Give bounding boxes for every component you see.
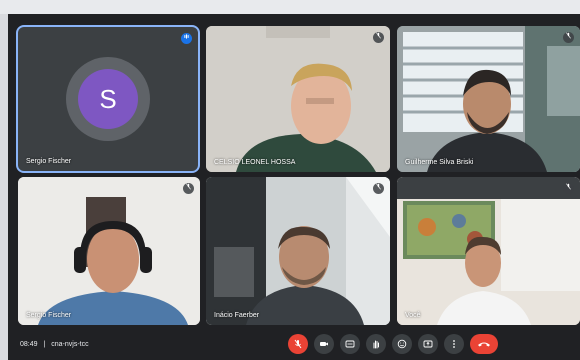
participant-name: Você	[405, 312, 421, 319]
captions-icon	[345, 340, 355, 348]
participant-tile-4[interactable]: Sergio Fischer	[18, 177, 200, 325]
top-strip	[0, 0, 580, 14]
end-call-icon	[478, 342, 490, 347]
more-options-button[interactable]	[444, 334, 464, 354]
meeting-code: cna-nvjs-tcc	[51, 341, 89, 348]
participant-name: CELSIO LEONEL HOSSA	[214, 159, 296, 166]
raise-hand-button[interactable]	[366, 334, 386, 354]
avatar: S	[78, 69, 138, 129]
participant-video-5	[206, 177, 390, 325]
raise-hand-icon	[373, 340, 379, 349]
present-icon	[423, 340, 433, 348]
mic-muted-icon	[183, 183, 194, 194]
participant-video-6	[397, 177, 580, 325]
participant-tile-1[interactable]: S Sergio Fischer	[18, 27, 198, 171]
participant-tile-3[interactable]: Guilherme Silva Briski	[397, 26, 580, 172]
bottom-bar: 08:49 | cna-nvjs-tcc	[8, 330, 580, 360]
participant-tile-6[interactable]: Você	[397, 177, 580, 325]
mic-off-icon	[294, 339, 302, 349]
mic-muted-icon	[373, 183, 384, 194]
participant-tile-5[interactable]: Inácio Faerber	[206, 177, 390, 325]
participant-name: Sergio Fischer	[26, 158, 72, 165]
captions-button[interactable]	[340, 334, 360, 354]
more-icon	[453, 340, 455, 348]
speaking-indicator-icon	[181, 33, 192, 44]
avatar-ring: S	[66, 57, 150, 141]
participant-video-4	[18, 177, 200, 325]
mic-muted-icon	[563, 32, 574, 43]
camera-toggle-button[interactable]	[314, 334, 334, 354]
meeting-separator: |	[43, 341, 46, 348]
emoji-icon	[397, 339, 407, 349]
participant-tile-2[interactable]: CELSIO LEONEL HOSSA	[206, 26, 390, 172]
participant-name: Sergio Fischer	[26, 312, 72, 319]
meeting-info: 08:49 | cna-nvjs-tcc	[20, 341, 89, 348]
present-button[interactable]	[418, 334, 438, 354]
camera-icon	[320, 342, 328, 346]
mic-toggle-button[interactable]	[288, 334, 308, 354]
emoji-button[interactable]	[392, 334, 412, 354]
participant-name: Inácio Faerber	[214, 312, 260, 319]
mic-muted-icon	[563, 183, 574, 194]
participant-video-3	[397, 26, 580, 172]
end-call-button[interactable]	[470, 334, 498, 354]
mic-muted-icon	[373, 32, 384, 43]
meeting-time: 08:49	[20, 341, 38, 348]
participant-video-2	[206, 26, 390, 172]
call-controls	[288, 334, 498, 356]
participant-name: Guilherme Silva Briski	[405, 159, 474, 166]
